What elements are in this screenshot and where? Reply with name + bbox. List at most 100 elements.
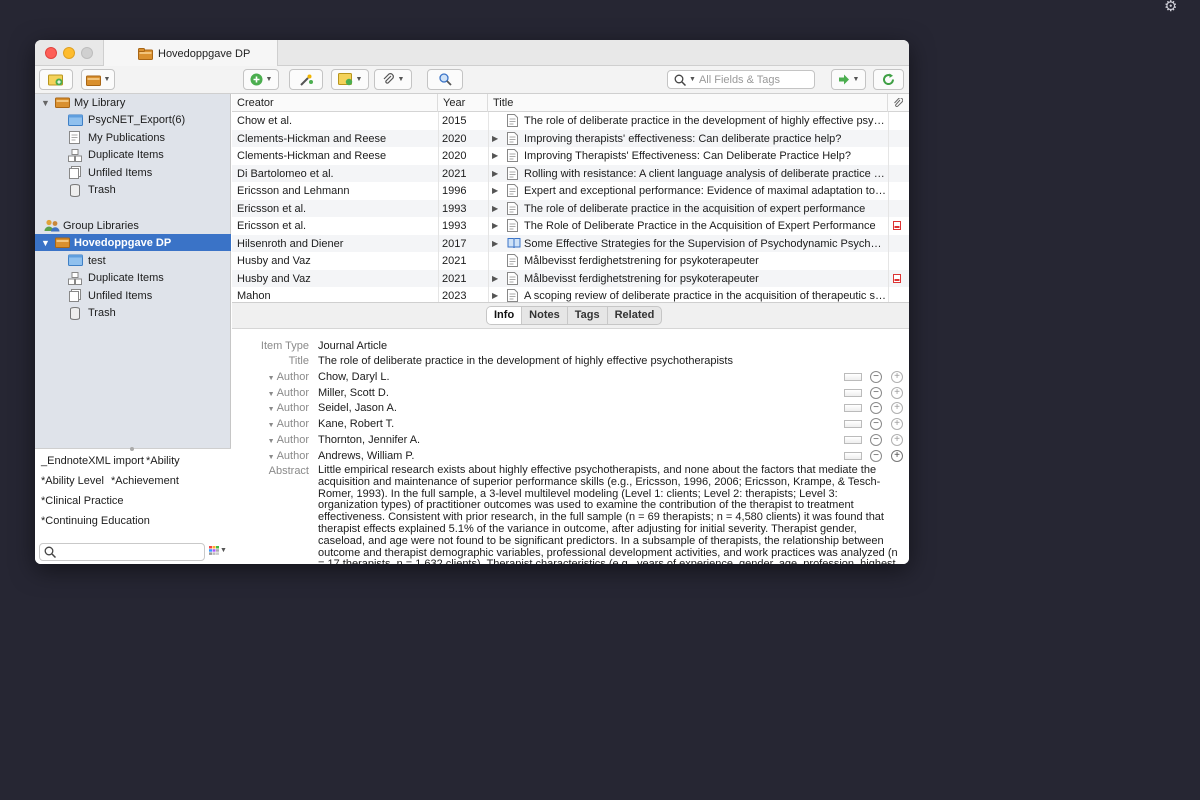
tree-group-duplicate-items[interactable]: Duplicate Items	[35, 270, 231, 287]
search-input[interactable]	[698, 73, 809, 86]
author-creator-type-menu[interactable]: ▼ Author	[268, 434, 309, 446]
tree-trash[interactable]: Trash	[35, 182, 231, 199]
table-row[interactable]: Ericsson et al. 1993 ▶ The role of delibera…	[232, 199, 909, 217]
author-creator-type-menu[interactable]: ▼ Author	[268, 418, 309, 430]
tag-filter-input[interactable]	[60, 546, 200, 558]
remove-author-button[interactable]: −	[870, 433, 882, 446]
author-name[interactable]: Seidel, Jason A.	[318, 402, 397, 414]
tree-collection-test[interactable]: test	[35, 252, 231, 269]
tab-notes[interactable]: Notes	[522, 307, 568, 324]
tag-actions-menu[interactable]: ▼	[209, 546, 227, 555]
author-name[interactable]: Andrews, William P.	[318, 450, 414, 462]
name-mode-toggle[interactable]	[844, 435, 862, 444]
tree-my-library[interactable]: ▼ My Library	[35, 94, 231, 111]
author-creator-type-menu[interactable]: ▼ Author	[268, 387, 309, 399]
tree-group-hovedoppgave[interactable]: ▼ Hovedoppgave DP	[35, 234, 231, 251]
author-name[interactable]: Kane, Robert T.	[318, 418, 394, 430]
author-name[interactable]: Chow, Daryl L.	[318, 371, 390, 383]
tag-item[interactable]: _EndnoteXML import	[41, 455, 144, 467]
add-author-button[interactable]: +	[891, 449, 903, 462]
tree-group-unfiled-items[interactable]: Unfiled Items	[35, 287, 231, 304]
new-note-menu-button[interactable]: ▼	[331, 69, 369, 90]
row-disclosure-icon[interactable]: ▶	[492, 204, 498, 213]
attachment-menu-button[interactable]: ▼	[374, 69, 412, 90]
locate-button[interactable]: ▼	[831, 69, 866, 90]
table-row[interactable]: Di Bartolomeo et al. 2021 ▶ Rolling with re…	[232, 164, 909, 182]
search-field[interactable]: ▼	[667, 70, 815, 89]
minimize-window-button[interactable]	[63, 47, 75, 59]
zoom-window-button[interactable]	[81, 47, 93, 59]
name-mode-toggle[interactable]	[844, 420, 862, 429]
tag-filter-field[interactable]	[39, 543, 205, 561]
abstract-value[interactable]: Little empirical research exists about h…	[318, 464, 898, 564]
table-row[interactable]: Clements-Hickman and Reese 2020 ▶ Improving…	[232, 129, 909, 147]
column-creator[interactable]: Creator	[232, 94, 438, 112]
pdf-attachment-icon[interactable]	[893, 221, 901, 230]
author-creator-type-menu[interactable]: ▼ Author	[268, 450, 309, 462]
tree-my-publications[interactable]: My Publications	[35, 129, 231, 146]
remove-author-button[interactable]: −	[870, 386, 882, 399]
author-name[interactable]: Miller, Scott D.	[318, 387, 389, 399]
row-disclosure-icon[interactable]: ▶	[492, 274, 498, 283]
row-disclosure-icon[interactable]: ▶	[492, 291, 498, 300]
remove-author-button[interactable]: −	[870, 449, 882, 462]
add-author-button[interactable]: +	[891, 371, 903, 383]
attachment-column-icon[interactable]	[893, 97, 904, 112]
add-by-identifier-button[interactable]	[289, 69, 323, 90]
name-mode-toggle[interactable]	[844, 451, 862, 460]
tag-item[interactable]: *Continuing Education	[41, 515, 150, 527]
table-row[interactable]: Clements-Hickman and Reese 2020 ▶ Improving…	[232, 147, 909, 165]
name-mode-toggle[interactable]	[844, 404, 862, 413]
pane-resize-handle[interactable]	[130, 447, 134, 451]
new-collection-button[interactable]	[39, 69, 73, 90]
row-disclosure-icon[interactable]: ▶	[492, 169, 498, 178]
table-row[interactable]: Chow et al. 2015 The role of deliberate pr…	[232, 112, 909, 130]
tab-info[interactable]: Info	[487, 307, 523, 324]
add-author-button[interactable]: +	[891, 433, 903, 446]
row-disclosure-icon[interactable]: ▶	[492, 239, 498, 248]
tree-group-trash[interactable]: Trash	[35, 305, 231, 322]
disclosure-open-icon[interactable]: ▼	[41, 98, 50, 108]
table-row[interactable]: Husby and Vaz 2021 ▶ Målbevisst ferdighetst…	[232, 269, 909, 287]
tag-item[interactable]: *Clinical Practice	[41, 495, 124, 507]
add-author-button[interactable]: +	[891, 402, 903, 415]
column-title[interactable]: Title	[488, 94, 888, 112]
name-mode-toggle[interactable]	[844, 373, 862, 381]
table-row[interactable]: Ericsson and Lehmann 1996 ▶ Expert and exce…	[232, 182, 909, 200]
column-year[interactable]: Year	[438, 94, 488, 112]
author-creator-type-menu[interactable]: ▼ Author	[268, 371, 309, 383]
row-disclosure-icon[interactable]: ▶	[492, 134, 498, 143]
table-row[interactable]: Husby and Vaz 2021 Målbevisst ferdighetstr…	[232, 252, 909, 270]
tree-collection-psycnet[interactable]: PsycNET_Export(6)	[35, 112, 231, 129]
tag-item[interactable]: *Achievement	[111, 475, 179, 487]
sync-button[interactable]	[873, 69, 904, 90]
row-disclosure-icon[interactable]: ▶	[492, 151, 498, 160]
tag-item[interactable]: *Ability Level	[41, 475, 104, 487]
title-value[interactable]: The role of deliberate practice in the d…	[318, 355, 733, 367]
search-mode-chevron-icon[interactable]: ▼	[689, 76, 696, 83]
row-disclosure-icon[interactable]: ▶	[492, 221, 498, 230]
tag-item[interactable]: *Ability	[146, 455, 180, 467]
close-window-button[interactable]	[45, 47, 57, 59]
tab-related[interactable]: Related	[608, 307, 662, 324]
remove-author-button[interactable]: −	[870, 371, 882, 383]
author-creator-type-menu[interactable]: ▼ Author	[268, 402, 309, 414]
item-type-value[interactable]: Journal Article	[318, 340, 387, 352]
disclosure-open-icon[interactable]: ▼	[41, 238, 50, 248]
table-row[interactable]: Hilsenroth and Diener 2017 ▶ Some Effective…	[232, 234, 909, 252]
author-name[interactable]: Thornton, Jennifer A.	[318, 434, 420, 446]
tree-duplicate-items[interactable]: Duplicate Items	[35, 147, 231, 164]
remove-author-button[interactable]: −	[870, 418, 882, 431]
remove-author-button[interactable]: −	[870, 402, 882, 415]
row-disclosure-icon[interactable]: ▶	[492, 186, 498, 195]
table-row[interactable]: Ericsson et al. 1993 ▶ The Role of Delibera…	[232, 217, 909, 235]
name-mode-toggle[interactable]	[844, 388, 862, 397]
new-library-menu-button[interactable]: ▼	[81, 69, 115, 90]
new-item-button[interactable]: ▼	[243, 69, 279, 90]
pdf-attachment-icon[interactable]	[893, 273, 901, 283]
advanced-search-button[interactable]	[427, 69, 463, 90]
tab-tags[interactable]: Tags	[568, 307, 608, 324]
library-tab[interactable]: Hovedoppgave DP	[103, 40, 278, 67]
tree-unfiled-items[interactable]: Unfiled Items	[35, 164, 231, 181]
add-author-button[interactable]: +	[891, 386, 903, 399]
